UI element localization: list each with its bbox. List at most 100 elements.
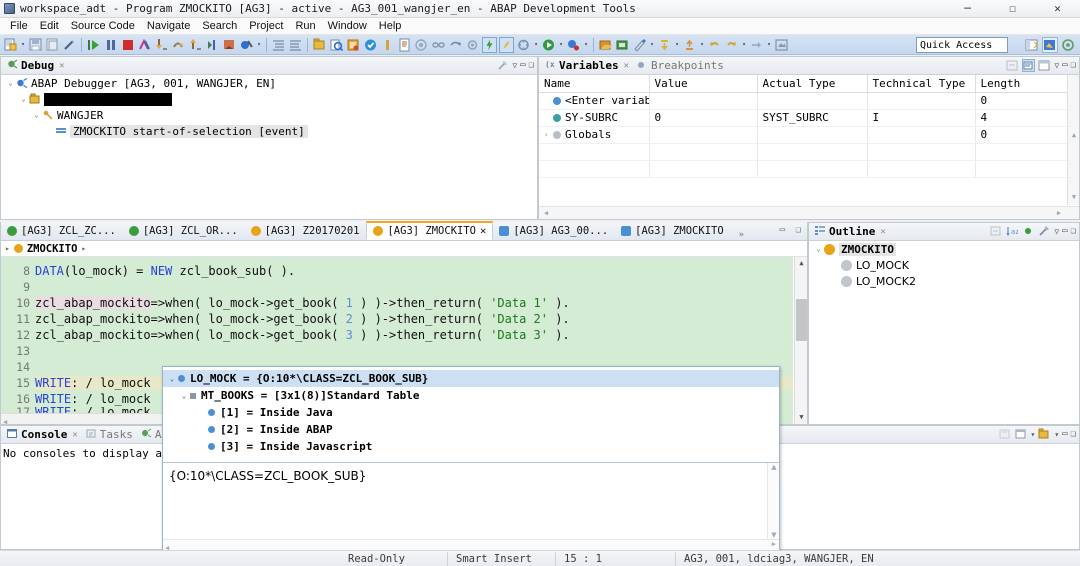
search-object-icon[interactable] [329,37,344,53]
open-console-icon[interactable] [1038,428,1051,441]
pin-editor-icon[interactable] [774,37,789,53]
popup-detail-scrollbar[interactable]: ▲ ▼ [767,463,779,539]
close-icon[interactable]: ✕ [880,227,885,237]
expand-chevron-icon[interactable]: ⌄ [18,95,29,103]
scroll-up-icon[interactable]: ▲ [768,463,780,471]
variables-horizontal-scrollbar[interactable]: ◀ ▶ [539,206,1079,219]
open-console-dropdown-icon[interactable]: ▾ [1054,428,1059,441]
menu-search[interactable]: Search [196,18,243,35]
scroll-right-icon[interactable]: ▶ [1053,207,1065,219]
menu-edit[interactable]: Edit [34,18,65,35]
transport-icon[interactable] [346,37,361,53]
annotate-dropdown-icon[interactable]: ▾ [648,37,656,53]
expand-chevron-icon[interactable]: ⌄ [813,245,824,253]
minimize-icon[interactable]: ▭ [520,59,525,72]
menu-run[interactable]: Run [289,18,321,35]
quick-access-input[interactable]: Quick Access [916,37,1008,53]
outline-item-lo-mock2[interactable]: LO_MOCK2 [809,273,1079,289]
collapse-all-icon[interactable] [1006,59,1019,72]
terminate-icon[interactable] [120,37,135,53]
variable-value-cell[interactable] [649,126,757,143]
profile-icon[interactable] [516,37,531,53]
variable-value-cell[interactable]: 0 [649,109,757,126]
popup-item-row-1[interactable]: [1] = Inside Java [163,404,779,421]
resume-icon[interactable] [86,37,101,53]
run-dropdown-icon[interactable]: ▾ [557,37,565,53]
scroll-down-icon[interactable]: ▼ [1068,193,1079,205]
indent-icon[interactable] [271,37,286,53]
variable-name-cell[interactable]: › Globals [539,126,649,143]
more-tabs-icon[interactable]: » [739,230,744,240]
collapse-all-icon[interactable] [990,225,1003,238]
column-header-name[interactable]: Name [539,75,649,92]
tab-breakpoints[interactable]: Breakpoints [634,57,729,75]
nav-forward-dropdown-icon[interactable]: ▾ [765,37,773,53]
tab-debug[interactable]: Debug ✕ [4,57,70,75]
tree-item-abap-debugger[interactable]: ⌄ ABAP Debugger [AG3, 001, WANGJER, EN] [1,75,537,91]
check-icon[interactable] [380,37,395,53]
new-icon[interactable] [3,37,18,53]
minimize-icon[interactable]: ▭ [780,225,785,235]
expand-chevron-icon[interactable]: ⌄ [166,375,178,383]
outdent-icon[interactable] [288,37,303,53]
code-line-13[interactable]: 13 [1,343,793,359]
debug-icon[interactable] [566,37,581,53]
breakpoint-dropdown-icon[interactable]: ▾ [255,37,263,53]
scroll-left-icon[interactable]: ◀ [540,207,552,219]
clear-console-icon[interactable] [999,428,1012,441]
view-menu-icon[interactable]: ▽ [1054,225,1059,238]
save-all-icon[interactable] [45,37,60,53]
code-line-9[interactable]: 9 [1,279,793,295]
column-header-technical-type[interactable]: Technical Type [867,75,975,92]
refactor-icon[interactable] [448,37,463,53]
atc-check-icon[interactable] [499,37,514,53]
chevron-right-icon[interactable]: ▸ [5,244,10,253]
where-used-icon[interactable] [414,37,429,53]
link-editor-icon[interactable] [1038,225,1051,238]
close-icon[interactable]: ✕ [59,61,64,71]
menu-help[interactable]: Help [373,18,408,35]
editor-tab-3-active[interactable]: [AG3] ZMOCKITO ✕ [366,221,493,240]
minimize-icon[interactable]: ▭ [1062,59,1067,72]
maximize-icon[interactable]: ❑ [529,59,534,72]
scroll-right-icon[interactable]: ▶ [772,540,776,548]
debug-tree[interactable]: ⌄ ABAP Debugger [AG3, 001, WANGJER, EN] … [1,75,537,219]
open-type-icon[interactable] [598,37,613,53]
open-resource-icon[interactable] [615,37,630,53]
perspective-debug-icon[interactable] [1042,37,1058,53]
menu-navigate[interactable]: Navigate [141,18,196,35]
layout-icon[interactable] [1038,59,1051,72]
breakpoint-tools-icon[interactable] [239,37,254,53]
show-type-names-icon[interactable] [1022,59,1035,72]
tree-item-zmockito-frame[interactable]: ZMOCKITO start-of-selection [event] [1,123,537,139]
breadcrumb-item-zmockito[interactable]: ZMOCKITO [27,243,78,255]
code-line-8[interactable]: 8 DATA(lo_mock) = NEW zcl_book_sub( ). [1,263,793,279]
new-dropdown-icon[interactable]: ▾ [19,37,27,53]
pin-icon[interactable] [496,59,509,72]
maximize-icon[interactable]: ❑ [1071,428,1076,441]
forward-icon[interactable] [724,37,739,53]
activate-icon[interactable] [363,37,378,53]
variable-name-cell[interactable]: SY-SUBRC [539,109,649,126]
expand-chevron-icon[interactable]: ⌄ [178,392,190,400]
close-icon[interactable]: ✕ [480,225,486,237]
minimize-icon[interactable]: ▭ [1062,428,1067,441]
code-line-10[interactable]: 10 zcl_abap_mockito=>when( lo_mock->get_… [1,295,793,311]
view-menu-icon[interactable]: ▽ [512,59,517,72]
outline-item-lo-mock[interactable]: LO_MOCK [809,257,1079,273]
editor-tab-2[interactable]: [AG3] Z20170201 [245,221,367,240]
popup-detail-pane[interactable]: {O:10*\CLASS=ZCL_BOOK_SUB} ▲ ▼ [163,462,779,539]
table-row[interactable]: › Globals 0 [539,126,1079,143]
back-icon[interactable] [707,37,722,53]
editor-tab-4[interactable]: [AG3] AG3_00... [493,221,615,240]
tab-console[interactable]: Console ✕ [4,426,83,444]
tab-outline[interactable]: Outline ✕ [812,223,891,241]
menu-window[interactable]: Window [322,18,373,35]
variable-name-cell[interactable]: <Enter variab [539,92,649,109]
tab-variables[interactable]: (x) Variables ✕ [542,57,634,75]
column-header-actual-type[interactable]: Actual Type [757,75,867,92]
table-row[interactable]: SY-SUBRC 0 SYST_SUBRC I 4 [539,109,1079,126]
next-annotation-dropdown-icon[interactable]: ▾ [673,37,681,53]
outline-item-zmockito[interactable]: ⌄ ZMOCKITO [809,241,1079,257]
perspective-abap-icon[interactable] [1060,37,1076,53]
